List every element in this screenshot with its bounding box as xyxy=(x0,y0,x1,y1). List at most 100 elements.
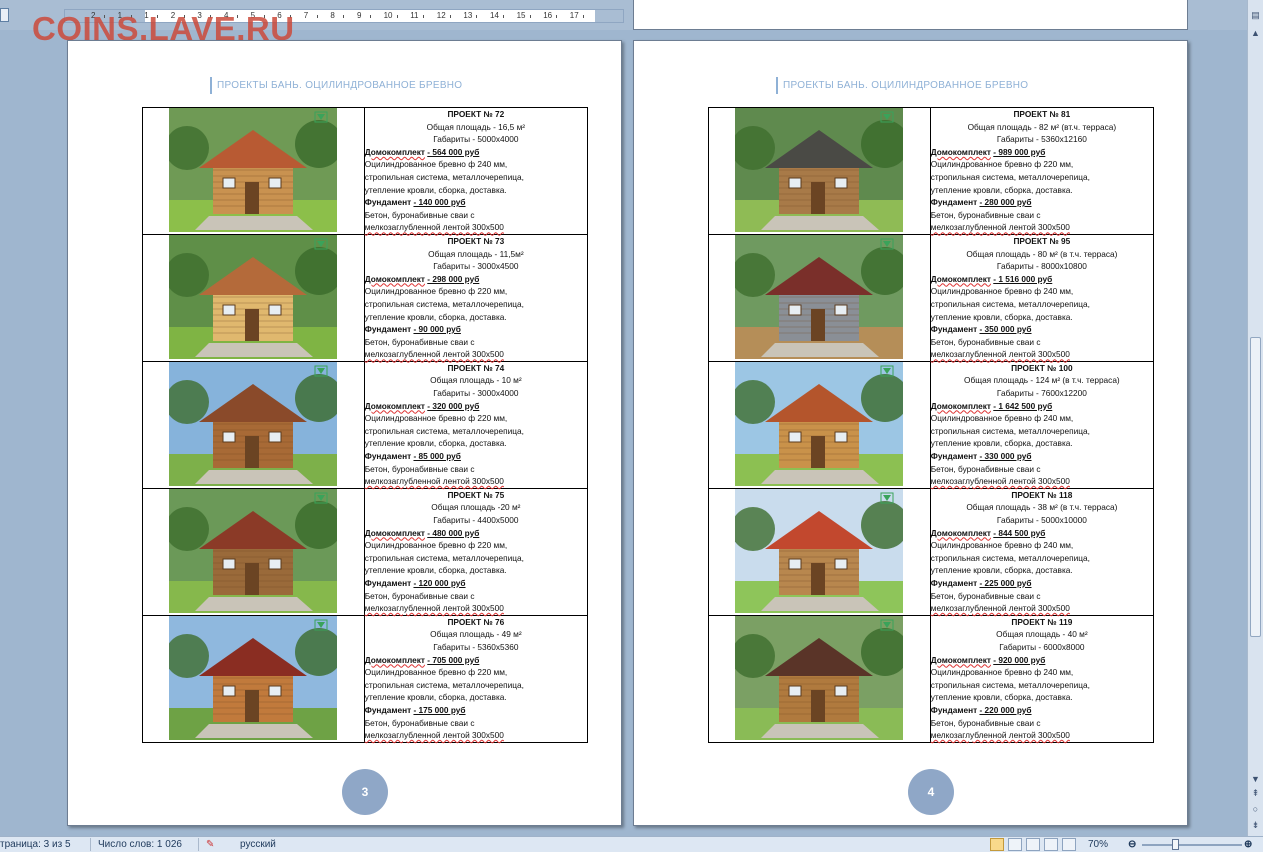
foundation-price: - 220 000 руб xyxy=(979,704,1032,715)
next-page-icon[interactable]: ⇟ xyxy=(1249,818,1262,832)
foundation-price: - 140 000 руб xyxy=(413,197,466,208)
vertical-scrollbar[interactable]: ▤ ▲ ▼ ⇞ ○ ⇟ xyxy=(1247,0,1263,836)
kit-description: Оцилиндрованное бревно ф 220 мм, xyxy=(364,667,508,678)
project-description: ПРОЕКТ № 100 Общая площадь - 124 м² (в т.… xyxy=(929,360,1155,489)
project-title: ПРОЕКТ № 95 xyxy=(1013,235,1071,246)
kit-description: стропильная система, металлочерепица, xyxy=(930,425,1090,436)
kit-price: - 298 000 руб xyxy=(427,273,480,284)
kit-description: стропильная система, металлочерепица, xyxy=(364,425,524,436)
project-area: Общая площадь - 10 м² xyxy=(430,375,522,386)
kit-label: Домокомплект xyxy=(930,527,991,538)
page-header: ПРОЕКТЫ БАНЬ. ОЦИЛИНДРОВАННОЕ БРЕВНО xyxy=(776,77,1028,94)
page-number: 4 xyxy=(908,769,954,815)
kit-description: утепление кровли, сборка, доставка. xyxy=(930,438,1073,449)
project-image xyxy=(142,233,365,362)
foundation-description: Бетон, буронабивные сваи с xyxy=(364,717,475,728)
project-description: ПРОЕКТ № 95 Общая площадь - 80 м² (в т.ч.… xyxy=(929,233,1155,362)
project-row: ПРОЕКТ № 73 Общая площадь - 11,5м² Габарит… xyxy=(142,233,589,362)
project-area: Общая площадь - 124 м² (в т.ч. терраса) xyxy=(964,375,1120,386)
kit-price: - 920 000 руб xyxy=(993,654,1046,665)
ruler-tick-label: 13 xyxy=(463,11,473,20)
page-indicator[interactable]: траница: 3 из 5 xyxy=(0,839,71,850)
project-dimensions: Габариты - 5000х10000 xyxy=(996,515,1087,525)
kit-line: Домокомплект - 705 000 руб xyxy=(365,654,587,667)
project-dimensions: Габариты - 5360х12160 xyxy=(996,134,1087,145)
full-screen-view-button[interactable] xyxy=(1008,838,1022,851)
zoom-out-icon[interactable]: ⊖ xyxy=(1128,839,1136,850)
foundation-description: Бетон, буронабивные сваи с xyxy=(364,590,475,601)
kit-price: - 705 000 руб xyxy=(427,654,480,665)
kit-description: стропильная система, металлочерепица, xyxy=(364,679,524,690)
ruler-toggle-icon[interactable]: ▤ xyxy=(1249,8,1262,22)
foundation-description: мелкозаглубленной лентой 300х500 xyxy=(364,476,504,487)
project-dimensions: Габариты - 7600х12200 xyxy=(996,388,1087,399)
project-description: ПРОЕКТ № 81 Общая площадь - 82 м² (вт.ч. … xyxy=(929,107,1155,235)
previous-page-icon[interactable]: ⇞ xyxy=(1249,786,1262,800)
project-dimensions: Габариты - 4400х5000 xyxy=(433,515,519,525)
project-area: Общая площадь - 80 м² (в т.ч. терраса) xyxy=(966,248,1118,259)
scroll-down-icon[interactable]: ▼ xyxy=(1249,772,1262,786)
ruler-tick-label: 10 xyxy=(383,11,393,20)
ruler-tick-label: 16 xyxy=(543,11,553,20)
kit-description: стропильная система, металлочерепица, xyxy=(364,552,524,563)
project-description: ПРОЕКТ № 118 Общая площадь - 38 м² (в т.ч… xyxy=(929,487,1155,616)
foundation-line: Фундамент - 225 000 руб xyxy=(931,577,1153,590)
kit-line: Домокомплект - 989 000 руб xyxy=(931,146,1153,159)
outline-view-button[interactable] xyxy=(1044,838,1058,851)
kit-description: Оцилиндрованное бревно ф 220 мм, xyxy=(930,159,1074,170)
kit-price: - 480 000 руб xyxy=(427,527,480,538)
project-row: ПРОЕКТ № 100 Общая площадь - 124 м² (в т.… xyxy=(708,360,1155,489)
project-title: ПРОЕКТ № 73 xyxy=(447,235,505,246)
foundation-line: Фундамент - 90 000 руб xyxy=(365,323,587,336)
kit-description: утепление кровли, сборка, доставка. xyxy=(364,692,507,703)
project-row: ПРОЕКТ № 118 Общая площадь - 38 м² (в т.ч… xyxy=(708,487,1155,616)
scroll-thumb[interactable] xyxy=(1250,337,1261,637)
foundation-label: Фундамент xyxy=(364,451,412,462)
zoom-in-icon[interactable]: ⊕ xyxy=(1244,839,1252,850)
project-image xyxy=(708,107,931,235)
kit-label: Домокомплект xyxy=(930,273,991,284)
foundation-price: - 120 000 руб xyxy=(413,577,466,588)
web-layout-view-button[interactable] xyxy=(1026,838,1040,851)
kit-price: - 1 642 500 руб xyxy=(993,400,1053,411)
previous-page-tail xyxy=(633,0,1188,30)
foundation-description: Бетон, буронабивные сваи с xyxy=(930,590,1041,601)
kit-line: Домокомплект - 844 500 руб xyxy=(931,527,1153,540)
kit-label: Домокомплект xyxy=(364,146,425,157)
project-row: ПРОЕКТ № 76 Общая площадь - 49 м² Габариты… xyxy=(142,614,589,743)
draft-view-button[interactable] xyxy=(1062,838,1076,851)
kit-description: утепление кровли, сборка, доставка. xyxy=(930,184,1073,195)
scroll-up-icon[interactable]: ▲ xyxy=(1249,26,1262,40)
kit-description: стропильная система, металлочерепица, xyxy=(930,552,1090,563)
ruler-right-margin xyxy=(595,10,623,22)
tab-selector[interactable] xyxy=(0,8,9,22)
ruler-minor-tick xyxy=(503,15,504,18)
spellcheck-icon[interactable]: ✎ xyxy=(206,839,214,850)
word-count[interactable]: Число слов: 1 026 xyxy=(98,839,182,850)
kit-description: утепление кровли, сборка, доставка. xyxy=(364,438,507,449)
page-header: ПРОЕКТЫ БАНЬ. ОЦИЛИНДРОВАННОЕ БРЕВНО xyxy=(210,77,462,94)
ruler-minor-tick xyxy=(529,15,531,18)
kit-description: Оцилиндрованное бревно ф 240 мм, xyxy=(930,413,1074,424)
kit-label: Домокомплект xyxy=(364,273,425,284)
foundation-line: Фундамент - 120 000 руб xyxy=(365,577,587,590)
zoom-level[interactable]: 70% xyxy=(1088,839,1108,850)
project-dimensions: Габариты - 5000х4000 xyxy=(433,134,519,145)
ruler-tick-label: 15 xyxy=(516,11,526,20)
kit-line: Домокомплект - 298 000 руб xyxy=(365,273,587,286)
ruler-minor-tick xyxy=(316,15,318,18)
language-indicator[interactable]: русский xyxy=(240,839,276,850)
project-area: Общая площадь - 38 м² (в т.ч. терраса) xyxy=(966,502,1118,513)
foundation-description: мелкозаглубленной лентой 300х500 xyxy=(930,349,1070,360)
project-area: Общая площадь -20 м² xyxy=(431,502,521,513)
browse-object-icon[interactable]: ○ xyxy=(1249,802,1262,816)
zoom-slider-thumb[interactable] xyxy=(1172,839,1179,850)
kit-description: Оцилиндрованное бревно ф 220 мм, xyxy=(364,540,508,551)
zoom-slider[interactable] xyxy=(1142,844,1242,846)
foundation-description: мелкозаглубленной лентой 300х500 xyxy=(364,222,504,233)
kit-line: Домокомплект - 480 000 руб xyxy=(365,527,587,540)
print-layout-view-button[interactable] xyxy=(990,838,1004,851)
foundation-line: Фундамент - 175 000 руб xyxy=(365,704,587,717)
kit-description: Оцилиндрованное бревно ф 220 мм, xyxy=(364,286,508,297)
foundation-line: Фундамент - 140 000 руб xyxy=(365,196,587,209)
